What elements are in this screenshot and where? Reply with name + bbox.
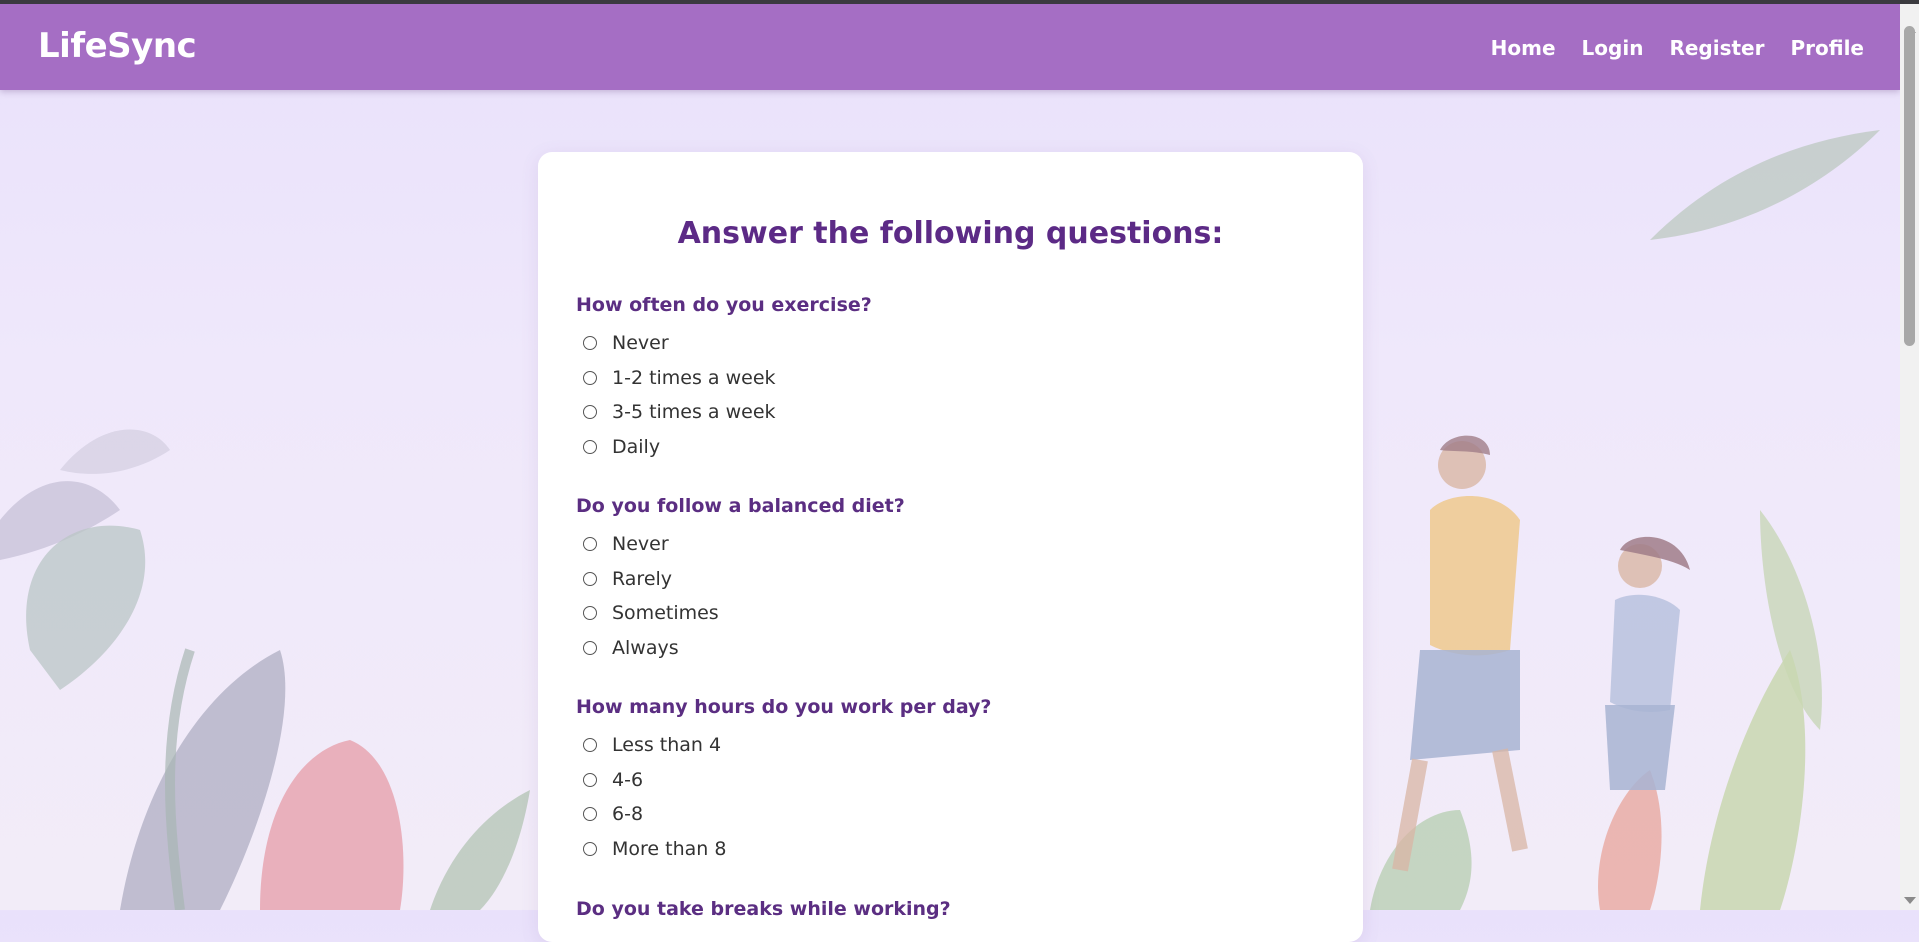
option-label[interactable]: Daily bbox=[612, 436, 660, 458]
option-label[interactable]: Always bbox=[612, 637, 679, 659]
radio-diet-rarely[interactable] bbox=[583, 571, 597, 586]
nav-profile-link[interactable]: Profile bbox=[1790, 36, 1864, 60]
question-work-hours: How many hours do you work per day? Less… bbox=[576, 696, 1336, 866]
scroll-down-arrow-icon[interactable] bbox=[1904, 897, 1916, 904]
question-exercise: How often do you exercise? Never 1-2 tim… bbox=[576, 294, 1336, 464]
option-row: 6-8 bbox=[576, 797, 1336, 832]
scrollbar-thumb[interactable] bbox=[1904, 26, 1915, 346]
nav-home-link[interactable]: Home bbox=[1491, 36, 1556, 60]
nav-login-link[interactable]: Login bbox=[1582, 36, 1644, 60]
nav-register-link[interactable]: Register bbox=[1669, 36, 1764, 60]
question-title: Do you take breaks while working? bbox=[576, 898, 951, 920]
radio-diet-never[interactable] bbox=[583, 537, 597, 552]
questionnaire-card: Answer the following questions: How ofte… bbox=[538, 152, 1363, 942]
option-row: Rarely bbox=[576, 562, 1336, 597]
option-row: More than 8 bbox=[576, 832, 1336, 867]
option-label[interactable]: 3-5 times a week bbox=[612, 401, 776, 423]
top-navbar: LifeSync Home Login Register Profile bbox=[0, 4, 1900, 90]
question-breaks: Do you take breaks while working? bbox=[576, 898, 1336, 922]
radio-exercise-1-2[interactable] bbox=[583, 370, 597, 385]
option-row: 3-5 times a week bbox=[576, 395, 1336, 430]
option-row: Less than 4 bbox=[576, 728, 1336, 763]
question-title: How many hours do you work per day? bbox=[576, 696, 992, 718]
radio-work-4-6[interactable] bbox=[583, 772, 597, 787]
option-row: Always bbox=[576, 631, 1336, 666]
question-title: Do you follow a balanced diet? bbox=[576, 495, 905, 517]
radio-work-6-8[interactable] bbox=[583, 807, 597, 822]
page-scrollbar[interactable] bbox=[1900, 4, 1919, 910]
option-row: Never bbox=[576, 326, 1336, 361]
option-label[interactable]: Never bbox=[612, 533, 669, 555]
option-label[interactable]: More than 8 bbox=[612, 838, 726, 860]
option-label[interactable]: Never bbox=[612, 332, 669, 354]
option-label[interactable]: 4-6 bbox=[612, 769, 643, 791]
option-label[interactable]: Sometimes bbox=[612, 602, 719, 624]
question-title: How often do you exercise? bbox=[576, 294, 872, 316]
main-nav: Home Login Register Profile bbox=[1491, 36, 1864, 60]
radio-diet-sometimes[interactable] bbox=[583, 606, 597, 621]
option-row: Never bbox=[576, 527, 1336, 562]
option-row: 4-6 bbox=[576, 763, 1336, 798]
brand-logo[interactable]: LifeSync bbox=[38, 26, 197, 66]
radio-exercise-never[interactable] bbox=[583, 336, 597, 351]
option-label[interactable]: Less than 4 bbox=[612, 734, 721, 756]
radio-diet-always[interactable] bbox=[583, 640, 597, 655]
question-diet: Do you follow a balanced diet? Never Rar… bbox=[576, 495, 1336, 665]
option-label[interactable]: 1-2 times a week bbox=[612, 367, 776, 389]
option-label[interactable]: Rarely bbox=[612, 568, 672, 590]
option-label[interactable]: 6-8 bbox=[612, 803, 643, 825]
option-row: Daily bbox=[576, 430, 1336, 465]
option-row: Sometimes bbox=[576, 596, 1336, 631]
form-heading: Answer the following questions: bbox=[677, 216, 1224, 251]
option-row: 1-2 times a week bbox=[576, 361, 1336, 396]
radio-exercise-3-5[interactable] bbox=[583, 405, 597, 420]
radio-work-less-than-4[interactable] bbox=[583, 738, 597, 753]
radio-work-more-than-8[interactable] bbox=[583, 841, 597, 856]
radio-exercise-daily[interactable] bbox=[583, 439, 597, 454]
